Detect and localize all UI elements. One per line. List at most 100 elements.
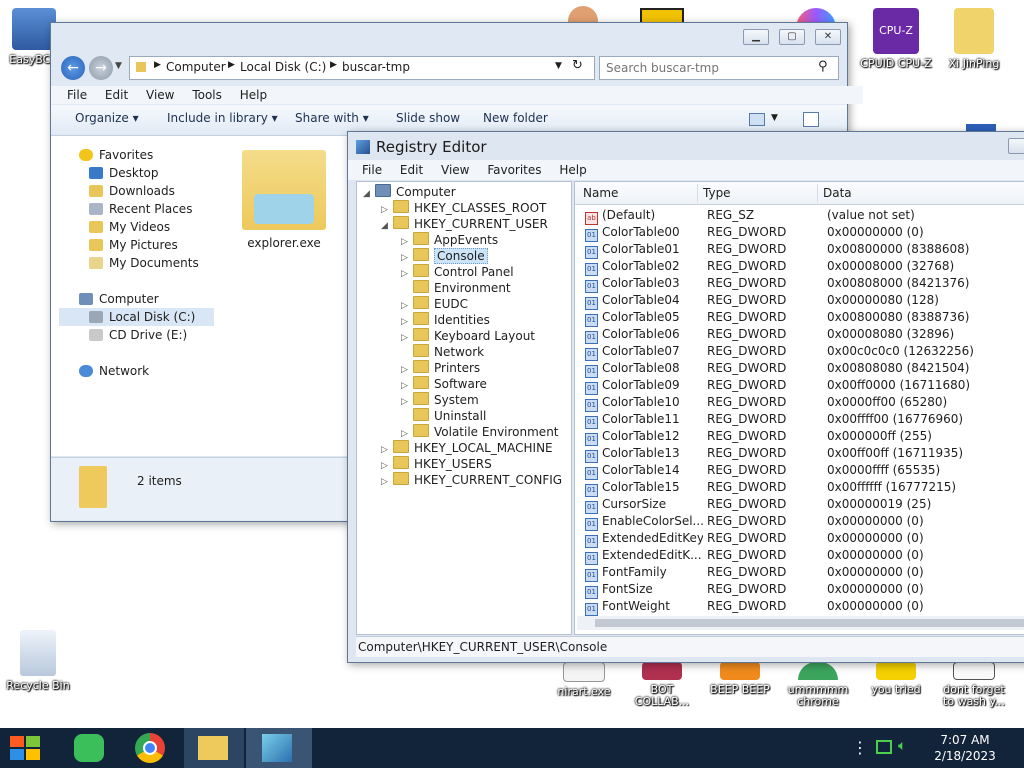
tree-node-volatile-environment[interactable]: ▷ Volatile Environment bbox=[401, 424, 559, 440]
clock[interactable]: 7:07 AM 2/18/2023 bbox=[920, 732, 1010, 764]
tree-node-printers[interactable]: ▷ Printers bbox=[401, 360, 480, 376]
nav-local-disk[interactable]: Local Disk (C:) bbox=[59, 308, 214, 326]
nav-cd-drive[interactable]: CD Drive (E:) bbox=[89, 326, 187, 344]
value-row[interactable]: 01 CursorSize REG_DWORD 0x00000019 (25) bbox=[575, 496, 1024, 514]
tree-node-console[interactable]: ▷ Console bbox=[401, 248, 488, 264]
tree-node-eudc[interactable]: ▷ EUDC bbox=[401, 296, 468, 312]
value-row[interactable]: 01 ExtendedEditKey REG_DWORD 0x00000000 (0) bbox=[575, 530, 1024, 548]
tree-node-hku[interactable]: ▷ HKEY_USERS bbox=[381, 456, 492, 472]
value-row[interactable]: 01 ColorTable00 REG_DWORD 0x00000000 (0) bbox=[575, 224, 1024, 242]
tree-node-identities[interactable]: ▷ Identities bbox=[401, 312, 490, 328]
tree-node-keyboard-layout[interactable]: ▷ Keyboard Layout bbox=[401, 328, 535, 344]
nav-computer[interactable]: Computer bbox=[79, 290, 159, 308]
breadcrumb-computer[interactable]: Computer bbox=[166, 60, 226, 74]
value-row[interactable]: 01 ColorTable08 REG_DWORD 0x00808080 (84215… bbox=[575, 360, 1024, 378]
desktop-icon-user-folder[interactable]: Xi JinPing bbox=[936, 8, 1012, 70]
menu-file[interactable]: File bbox=[362, 163, 382, 177]
value-row[interactable]: 01 EnableColorSel... REG_DWORD 0x00000000 (… bbox=[575, 513, 1024, 531]
start-button[interactable] bbox=[8, 734, 44, 764]
recent-pages-dropdown[interactable]: ▼ bbox=[115, 61, 122, 71]
value-row[interactable]: 01 ColorTable03 REG_DWORD 0x00808000 (84213… bbox=[575, 275, 1024, 293]
menu-view[interactable]: View bbox=[146, 88, 174, 102]
tree-node-appevents[interactable]: ▷ AppEvents bbox=[401, 232, 498, 248]
tree-node-system[interactable]: ▷ System bbox=[401, 392, 479, 408]
tree-node-computer[interactable]: ◢ Computer bbox=[363, 184, 456, 200]
preview-pane-icon[interactable] bbox=[803, 112, 819, 127]
value-row[interactable]: 01 ColorTable13 REG_DWORD 0x00ff00ff (16711… bbox=[575, 445, 1024, 463]
tree-node-control-panel[interactable]: ▷ Control Panel bbox=[401, 264, 514, 280]
value-row[interactable]: 01 ColorTable12 REG_DWORD 0x000000ff (255) bbox=[575, 428, 1024, 446]
network-icon[interactable] bbox=[876, 740, 892, 754]
value-row[interactable]: 01 ColorTable14 REG_DWORD 0x0000ffff (65535… bbox=[575, 462, 1024, 480]
column-header-name[interactable]: Name bbox=[583, 186, 618, 200]
volume-icon[interactable]: 🔈︎ bbox=[898, 738, 906, 754]
horizontal-scrollbar[interactable] bbox=[577, 616, 1024, 630]
slide-show-button[interactable]: Slide show bbox=[396, 111, 460, 125]
menu-edit[interactable]: Edit bbox=[400, 163, 423, 177]
desktop-icon-beep-beep[interactable]: BEEP BEEP bbox=[702, 662, 778, 696]
scrollbar-thumb[interactable] bbox=[595, 619, 1024, 627]
back-button[interactable]: ← bbox=[61, 56, 85, 80]
tree-node-software[interactable]: ▷ Software bbox=[401, 376, 487, 392]
tree-node-network[interactable]: Network bbox=[401, 344, 484, 360]
tree-node-hkcu[interactable]: ◢ HKEY_CURRENT_USER bbox=[381, 216, 548, 232]
value-row[interactable]: 01 FontSize REG_DWORD 0x00000000 (0) bbox=[575, 581, 1024, 599]
view-options-icon[interactable] bbox=[749, 113, 765, 126]
nav-recent-places[interactable]: Recent Places bbox=[89, 200, 192, 218]
breadcrumb-folder[interactable]: buscar-tmp bbox=[342, 60, 410, 74]
values-pane[interactable]: Name Type Data ab (Default) REG_SZ (value n… bbox=[574, 181, 1024, 635]
refresh-icon[interactable]: ↻ bbox=[572, 58, 583, 73]
maximize-button[interactable]: ▢ bbox=[779, 29, 805, 45]
tree-node-environment[interactable]: Environment bbox=[401, 280, 511, 296]
value-row[interactable]: 01 ColorTable07 REG_DWORD 0x00c0c0c0 (12632… bbox=[575, 343, 1024, 361]
file-item-explorer[interactable]: explorer.exe bbox=[237, 150, 331, 260]
value-row[interactable]: 01 ColorTable09 REG_DWORD 0x00ff0000 (16711… bbox=[575, 377, 1024, 395]
share-with-button[interactable]: Share with ▾ bbox=[295, 111, 369, 125]
nav-downloads[interactable]: Downloads bbox=[89, 182, 175, 200]
minimize-button[interactable]: ▁ bbox=[743, 29, 769, 45]
taskbar-app-regedit[interactable] bbox=[246, 728, 312, 768]
address-bar[interactable]: ▶ Computer ▶ Local Disk (C:) ▶ buscar-tm… bbox=[129, 56, 595, 80]
menu-tools[interactable]: Tools bbox=[192, 88, 222, 102]
registry-editor-window[interactable]: Registry Editor File Edit View Favorites… bbox=[347, 131, 1024, 663]
menu-help[interactable]: Help bbox=[559, 163, 586, 177]
value-row[interactable]: 01 ColorTable15 REG_DWORD 0x00ffffff (16777… bbox=[575, 479, 1024, 497]
value-row[interactable]: 01 ColorTable01 REG_DWORD 0x00800000 (83886… bbox=[575, 241, 1024, 259]
column-header-type[interactable]: Type bbox=[703, 186, 731, 200]
menu-favorites[interactable]: Favorites bbox=[487, 163, 541, 177]
overflow-icon[interactable]: ⋮ bbox=[852, 738, 868, 757]
nav-my-pictures[interactable]: My Pictures bbox=[89, 236, 178, 254]
value-row[interactable]: 01 FontWeight REG_DWORD 0x00000000 (0) bbox=[575, 598, 1024, 616]
search-icon[interactable]: ⚲ bbox=[818, 59, 828, 74]
value-row[interactable]: 01 ColorTable06 REG_DWORD 0x00008080 (32896… bbox=[575, 326, 1024, 344]
search-box[interactable]: ⚲ bbox=[599, 56, 839, 80]
chevron-down-icon[interactable]: ▼ bbox=[555, 61, 562, 71]
include-in-library-button[interactable]: Include in library ▾ bbox=[167, 111, 278, 125]
menu-file[interactable]: File bbox=[67, 88, 87, 102]
menu-help[interactable]: Help bbox=[240, 88, 267, 102]
value-row[interactable]: 01 ColorTable10 REG_DWORD 0x0000ff00 (65280… bbox=[575, 394, 1024, 412]
minimize-button[interactable] bbox=[1008, 138, 1024, 154]
taskbar-app-file-explorer[interactable] bbox=[184, 728, 244, 768]
nav-my-videos[interactable]: My Videos bbox=[89, 218, 170, 236]
organize-button[interactable]: Organize ▾ bbox=[75, 111, 139, 125]
nav-network[interactable]: Network bbox=[79, 362, 149, 380]
close-button[interactable]: ✕ bbox=[815, 29, 841, 45]
nav-favorites[interactable]: Favorites bbox=[79, 146, 153, 164]
column-divider[interactable] bbox=[697, 184, 698, 202]
desktop-icon-recycle-bin[interactable]: Recycle Bin bbox=[0, 630, 76, 692]
value-row[interactable]: 01 ExtendedEditK... REG_DWORD 0x00000000 (0… bbox=[575, 547, 1024, 565]
menu-view[interactable]: View bbox=[441, 163, 469, 177]
value-row[interactable]: 01 ColorTable02 REG_DWORD 0x00008000 (32768… bbox=[575, 258, 1024, 276]
nav-my-documents[interactable]: My Documents bbox=[89, 254, 199, 272]
value-row[interactable]: 01 FontFamily REG_DWORD 0x00000000 (0) bbox=[575, 564, 1024, 582]
search-input[interactable] bbox=[604, 59, 814, 77]
desktop-icon-nirart[interactable]: nirart.exe bbox=[546, 662, 622, 698]
desktop-icon-chrome[interactable]: ummmmm chrome bbox=[780, 662, 856, 708]
taskbar-app-notes[interactable] bbox=[60, 728, 120, 768]
column-header-data[interactable]: Data bbox=[823, 186, 852, 200]
desktop-icon-you-tried[interactable]: you tried bbox=[858, 662, 934, 696]
tree-node-hkcc[interactable]: ▷ HKEY_CURRENT_CONFIG bbox=[381, 472, 562, 488]
value-row[interactable]: ab (Default) REG_SZ (value not set) bbox=[575, 207, 1024, 225]
menu-edit[interactable]: Edit bbox=[105, 88, 128, 102]
